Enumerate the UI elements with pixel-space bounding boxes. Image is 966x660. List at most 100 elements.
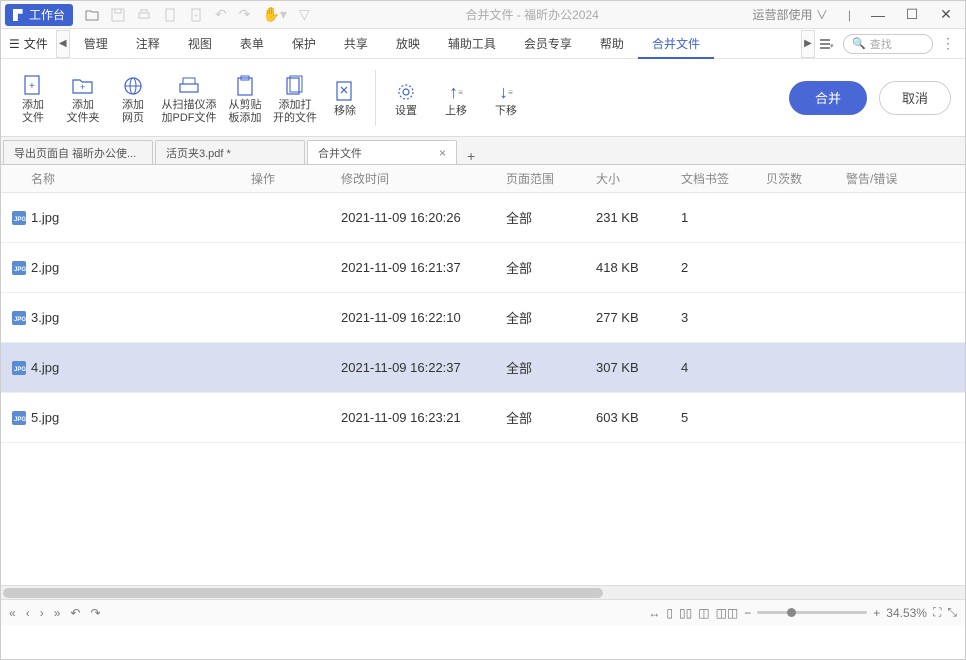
menu-manage[interactable]: 管理 [70, 29, 122, 59]
open-icon[interactable] [85, 6, 99, 23]
menu-right: ▾ 🔍 查找 ⋮ [815, 34, 965, 54]
rotate-right-icon[interactable]: ↷ [90, 606, 100, 620]
cell-name: 1.jpg [31, 210, 251, 225]
cell-range: 全部 [506, 258, 596, 277]
continuous-icon[interactable]: ▯▯ [679, 606, 692, 620]
doc-tab-1[interactable]: 活页夹3.pdf * [155, 140, 305, 164]
svg-text:+: + [29, 81, 35, 92]
menu-help[interactable]: 帮助 [586, 29, 638, 59]
workspace-button[interactable]: 工作台 [5, 4, 73, 26]
table-row[interactable]: JPG1.jpg2021-11-09 16:20:26全部231 KB1 [1, 193, 965, 243]
doc-tab-2[interactable]: 合并文件 × [307, 140, 457, 164]
svg-text:JPG: JPG [14, 317, 26, 323]
cell-date: 2021-11-09 16:23:21 [341, 410, 506, 425]
table-row[interactable]: JPG5.jpg2021-11-09 16:23:21全部603 KB5 [1, 393, 965, 443]
nav-first-icon[interactable]: « [9, 606, 16, 620]
add-web-button[interactable]: 添加 网页 [109, 63, 157, 133]
cancel-button[interactable]: 取消 [879, 81, 951, 115]
statusbar: « ‹ › » ↶ ↷ ↔ ▯ ▯▯ ◫ ◫◫ − + 34.53% ⛶ ⤡ [1, 599, 965, 625]
clipboard-icon [236, 73, 254, 99]
undo-icon: ↶ [215, 6, 227, 23]
nav-last-icon[interactable]: » [54, 606, 61, 620]
menu-nav-right[interactable]: ▶ [801, 30, 815, 58]
move-up-button[interactable]: ↑≡ 上移 [432, 63, 480, 133]
two-continuous-icon[interactable]: ◫◫ [716, 606, 739, 620]
menu-present[interactable]: 放映 [382, 29, 434, 59]
cell-date: 2021-11-09 16:21:37 [341, 260, 506, 275]
menu-share[interactable]: 共享 [330, 29, 382, 59]
zoom-in-icon[interactable]: + [873, 606, 880, 620]
table-row[interactable]: JPG4.jpg2021-11-09 16:22:37全部307 KB4 [1, 343, 965, 393]
cell-range: 全部 [506, 308, 596, 327]
menu-nav-left[interactable]: ◀ [56, 30, 70, 58]
fit-width-icon[interactable]: ↔ [648, 606, 660, 620]
col-bates[interactable]: 贝茨数 [766, 170, 846, 187]
settings-dropdown-icon[interactable]: ▾ [815, 37, 839, 51]
add-folder-button[interactable]: + 添加 文件夹 [59, 63, 107, 133]
page-icon [163, 6, 177, 23]
titlebar: 工作台 + ↶ ↷ ✋▾ ▽ 合并文件 - 福昕办公2024 运营部使用 ∨ |… [1, 1, 965, 29]
merge-button[interactable]: 合并 [789, 81, 867, 115]
nav-prev-icon[interactable]: ‹ [26, 606, 30, 620]
single-page-icon[interactable]: ▯ [666, 606, 673, 620]
tab-add-button[interactable]: + [459, 148, 483, 164]
menu-tools[interactable]: 辅助工具 [434, 29, 510, 59]
zoom-slider-thumb[interactable] [787, 608, 796, 617]
doc-tab-0[interactable]: 导出页面自 福昕办公使... [3, 140, 153, 164]
user-label[interactable]: 运营部使用 ∨ [747, 6, 834, 23]
fullscreen-icon[interactable]: ⛶ [933, 605, 941, 620]
add-open-files-button[interactable]: 添加打 开的文件 [271, 63, 319, 133]
col-date[interactable]: 修改时间 [341, 170, 506, 187]
from-scanner-button[interactable]: 从扫描仪添 加PDF文件 [159, 63, 219, 133]
col-warn[interactable]: 警告/错误 [846, 170, 965, 187]
cell-date: 2021-11-09 16:22:37 [341, 360, 506, 375]
two-page-icon[interactable]: ◫ [698, 606, 709, 620]
menu-form[interactable]: 表单 [226, 29, 278, 59]
more-icon[interactable]: ⋮ [937, 35, 959, 52]
add-file-button[interactable]: + 添加 文件 [9, 63, 57, 133]
svg-text:JPG: JPG [14, 367, 26, 373]
cell-name: 3.jpg [31, 310, 251, 325]
table-row[interactable]: JPG2.jpg2021-11-09 16:21:37全部418 KB2 [1, 243, 965, 293]
remove-button[interactable]: 移除 [321, 63, 369, 133]
horizontal-scrollbar[interactable] [1, 585, 965, 599]
document-tabbar: 导出页面自 福昕办公使... 活页夹3.pdf * 合并文件 × + [1, 137, 965, 165]
zoom-out-icon[interactable]: − [744, 606, 751, 620]
col-bookmark[interactable]: 文档书签 [681, 170, 766, 187]
move-down-button[interactable]: ↓≡ 下移 [482, 63, 530, 133]
col-range[interactable]: 页面范围 [506, 170, 596, 187]
cell-size: 307 KB [596, 360, 681, 375]
ribbon: + 添加 文件 + 添加 文件夹 添加 网页 从扫描仪添 加PDF文件 从剪贴 … [1, 59, 965, 137]
minimize-button[interactable]: — [865, 5, 891, 25]
rotate-left-icon[interactable]: ↶ [70, 606, 80, 620]
tab-close-icon[interactable]: × [439, 146, 446, 160]
col-name[interactable]: 名称 [31, 170, 251, 187]
svg-text:JPG: JPG [14, 217, 26, 223]
from-clipboard-button[interactable]: 从剪贴 板添加 [221, 63, 269, 133]
search-icon: 🔍 [852, 37, 866, 50]
cell-name: 4.jpg [31, 360, 251, 375]
collapse-icon[interactable]: ⤡ [947, 605, 957, 620]
arrow-down-icon: ↓≡ [499, 79, 513, 105]
file-menu[interactable]: ☰ 文件 [1, 29, 56, 58]
ribbon-separator [375, 70, 376, 126]
settings-button[interactable]: 设置 [382, 63, 430, 133]
maximize-button[interactable]: ☐ [899, 5, 925, 25]
scrollbar-thumb[interactable] [3, 588, 603, 598]
close-button[interactable]: ✕ [933, 5, 959, 25]
menu-member[interactable]: 会员专享 [510, 29, 586, 59]
cell-bookmark: 2 [681, 260, 766, 275]
col-size[interactable]: 大小 [596, 170, 681, 187]
menu-annotate[interactable]: 注释 [122, 29, 174, 59]
cell-size: 231 KB [596, 210, 681, 225]
search-input[interactable]: 🔍 查找 [843, 34, 933, 54]
col-op[interactable]: 操作 [251, 170, 341, 187]
menu-protect[interactable]: 保护 [278, 29, 330, 59]
table-row[interactable]: JPG3.jpg2021-11-09 16:22:10全部277 KB3 [1, 293, 965, 343]
web-icon [123, 73, 143, 99]
menu-view[interactable]: 视图 [174, 29, 226, 59]
open-files-icon [285, 73, 305, 99]
nav-next-icon[interactable]: › [40, 606, 44, 620]
zoom-slider[interactable] [757, 611, 867, 614]
menu-merge[interactable]: 合并文件 [638, 29, 714, 59]
